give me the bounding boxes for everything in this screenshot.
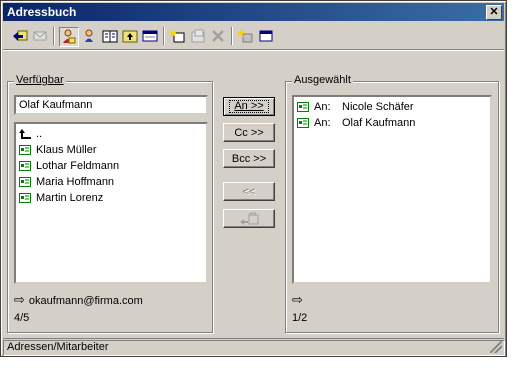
mail-icon bbox=[33, 31, 47, 41]
available-list[interactable]: .. Klaus Müller Lothar Feldmann Maria Ho… bbox=[14, 122, 208, 284]
new-entry-icon bbox=[169, 29, 185, 43]
window-button[interactable] bbox=[257, 27, 275, 45]
available-count: 4/5 bbox=[14, 312, 30, 324]
contact-card-icon bbox=[19, 161, 31, 172]
available-group: Verfügbar .. Klaus Müller bbox=[7, 74, 213, 333]
selected-count: 1/2 bbox=[292, 312, 308, 324]
list-item[interactable]: Martin Lorenz bbox=[19, 190, 203, 206]
arrow-right-icon: ⇨ bbox=[14, 292, 25, 307]
search-input[interactable] bbox=[14, 95, 208, 115]
recipient-name: Olaf Kaufmann bbox=[342, 117, 416, 129]
title-bar[interactable]: Adressbuch ✕ bbox=[3, 3, 504, 21]
recipient-row[interactable]: An: Olaf Kaufmann bbox=[297, 115, 487, 131]
new-group-button[interactable] bbox=[237, 27, 255, 45]
person-icon bbox=[63, 29, 76, 44]
remove-button[interactable]: << bbox=[223, 182, 275, 201]
open-folder-icon bbox=[240, 212, 259, 225]
mail-button[interactable] bbox=[31, 27, 49, 45]
to-button[interactable]: An >> bbox=[223, 97, 275, 116]
back-button[interactable] bbox=[11, 27, 29, 45]
window-icon bbox=[259, 30, 273, 42]
window-title: Adressbuch bbox=[7, 5, 77, 19]
list-item[interactable]: Klaus Müller bbox=[19, 142, 203, 158]
open-folder-button[interactable] bbox=[223, 209, 275, 228]
person-view-button[interactable] bbox=[59, 27, 79, 47]
recipient-name: Nicole Schäfer bbox=[342, 101, 414, 113]
new-group-icon bbox=[237, 29, 253, 43]
person-card-button[interactable] bbox=[81, 27, 99, 45]
person-card-icon bbox=[85, 29, 93, 42]
contact-card-icon bbox=[19, 177, 31, 188]
contact-card-icon bbox=[19, 193, 31, 204]
email-display: ⇨ okaufmann@firma.com bbox=[14, 292, 143, 307]
bcc-button[interactable]: Bcc >> bbox=[223, 149, 275, 168]
selected-label: Ausgewählt bbox=[292, 74, 353, 86]
list-item-up[interactable]: .. bbox=[19, 126, 203, 142]
contact-card-icon bbox=[297, 102, 309, 113]
new-entry-button[interactable] bbox=[169, 27, 187, 45]
recipient-row[interactable]: An: Nicole Schäfer bbox=[297, 99, 487, 115]
recipient-type: An: bbox=[314, 101, 331, 113]
delete-icon bbox=[212, 30, 224, 42]
contact-card-icon bbox=[19, 145, 31, 156]
properties-icon bbox=[191, 29, 205, 43]
recipient-type: An: bbox=[314, 117, 331, 129]
list-view-button[interactable] bbox=[141, 27, 159, 45]
properties-button[interactable] bbox=[189, 27, 207, 45]
selected-email-display: ⇨ bbox=[292, 292, 307, 308]
folder-up-button[interactable] bbox=[121, 27, 139, 45]
folder-up-icon bbox=[122, 30, 138, 43]
available-label: Verfügbar bbox=[14, 74, 66, 86]
up-arrow-icon bbox=[19, 129, 31, 140]
contact-card-icon bbox=[297, 118, 309, 129]
list-item[interactable]: Maria Hoffmann bbox=[19, 174, 203, 190]
selected-list[interactable]: An: Nicole Schäfer An: Olaf Kaufmann bbox=[292, 95, 492, 284]
delete-button[interactable] bbox=[209, 27, 227, 45]
selected-group: Ausgewählt An: Nicole Schäfer An: Olaf Kau… bbox=[285, 74, 499, 333]
list-item[interactable]: Lothar Feldmann bbox=[19, 158, 203, 174]
address-book-icon bbox=[102, 30, 118, 43]
list-view-icon bbox=[142, 30, 158, 42]
back-arrow-icon bbox=[13, 30, 28, 41]
address-book-button[interactable] bbox=[101, 27, 119, 45]
close-icon: ✕ bbox=[489, 6, 499, 18]
address-book-window: Adressbuch ✕ Verfügbar Olaf Kaufmann .. … bbox=[0, 0, 507, 357]
arrow-right-icon: ⇨ bbox=[292, 292, 303, 307]
toolbar bbox=[3, 23, 504, 50]
resize-grip-icon[interactable] bbox=[490, 341, 502, 353]
status-text: Adressen/Mitarbeiter bbox=[3, 340, 505, 356]
close-button[interactable]: ✕ bbox=[486, 5, 502, 20]
cc-button[interactable]: Cc >> bbox=[223, 123, 275, 142]
status-bar: Adressen/Mitarbeiter bbox=[3, 338, 505, 356]
